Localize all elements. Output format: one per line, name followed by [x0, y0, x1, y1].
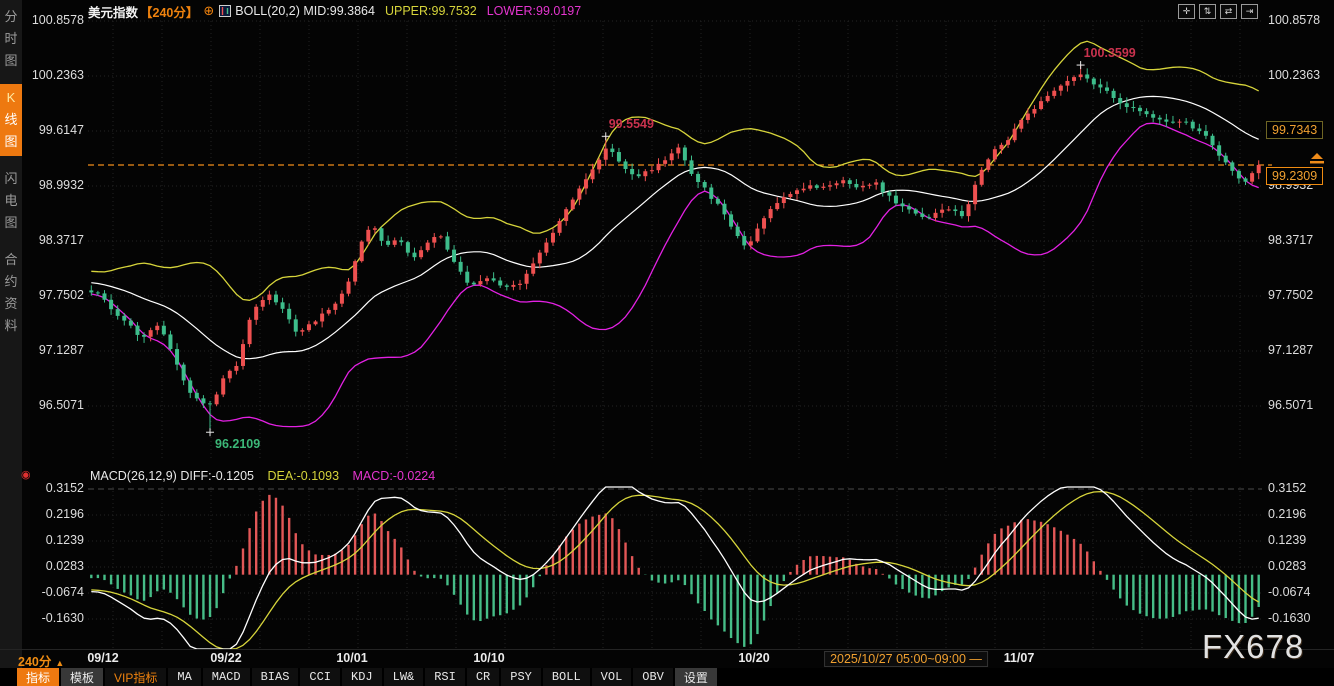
main-ytick: 100.2363: [1268, 68, 1320, 82]
macd-dea-value: DEA:-0.1093: [267, 469, 339, 483]
main-ytick: 98.3717: [1268, 233, 1313, 247]
sidebar-tab-合约资料[interactable]: 合约资料: [0, 246, 22, 340]
candles: [89, 65, 1260, 432]
x-axis-label: 09/22: [210, 651, 241, 665]
price-chart-canvas[interactable]: [0, 0, 1334, 686]
macd-header: MACD(26,12,9) DIFF:-0.1205 DEA:-0.1093 M…: [90, 469, 435, 483]
main-ytick: 96.5071: [1268, 398, 1313, 412]
period-label: 【240分】: [140, 2, 198, 21]
toolbar-item-RSI[interactable]: RSI: [425, 668, 465, 686]
toolbar-item-BIAS[interactable]: BIAS: [252, 668, 299, 686]
macd-ytick: 0.2196: [26, 507, 84, 521]
indicator-toolbar: 指标模板VIP指标MAMACDBIASCCIKDJLW&RSICRPSYBOLL…: [0, 668, 1334, 686]
macd-diff-value: DIFF:-0.1205: [180, 469, 254, 483]
sidebar: 分时图 K线图闪电图合约资料: [0, 0, 22, 686]
price-annotation: 96.2109: [215, 437, 260, 451]
x-axis: 240分▲ 09/1209/2210/0110/1010/202025/10/2…: [0, 649, 1334, 668]
macd-ytick: 0.0283: [1268, 559, 1306, 573]
macd-macd-value: MACD:-0.0224: [353, 469, 436, 483]
toolbar-item-VOL[interactable]: VOL: [592, 668, 632, 686]
toolbar-item-VIP指标[interactable]: VIP指标: [105, 668, 166, 686]
bollinger-bands: [91, 41, 1258, 426]
macd-ytick: 0.0283: [26, 559, 84, 573]
grid: [88, 21, 1262, 648]
x-axis-label: 10/10: [473, 651, 504, 665]
sidebar-tab-K线图[interactable]: K线图: [0, 84, 22, 156]
pan-icon[interactable]: ✛: [1178, 4, 1195, 19]
band-price-tag: 99.7343: [1266, 121, 1323, 139]
price-annotation: 99.5549: [609, 117, 654, 131]
main-ytick: 97.1287: [1268, 343, 1313, 357]
x-axis-label: 10/01: [336, 651, 367, 665]
toolbar-item-模板[interactable]: 模板: [61, 668, 103, 686]
x-axis-label: 11/07: [1004, 651, 1035, 665]
main-ytick: 100.2363: [26, 68, 84, 82]
boll-lower-value: LOWER:99.0197: [487, 4, 582, 18]
macd-ytick: -0.0674: [26, 585, 84, 599]
x-axis-current-label: 2025/10/27 05:00~09:00 —: [824, 651, 988, 667]
toolbar-item-MACD[interactable]: MACD: [203, 668, 250, 686]
main-ytick: 98.3717: [26, 233, 84, 247]
kline-mini-icon: [219, 5, 231, 17]
last-price-marker: [1310, 153, 1324, 164]
main-ytick: 97.7502: [26, 288, 84, 302]
macd-pane-icon[interactable]: ◉: [21, 468, 31, 481]
toolbar-item-指标[interactable]: 指标: [17, 668, 59, 686]
last-price-tag: 99.2309: [1266, 167, 1323, 185]
toolbar-item-OBV[interactable]: OBV: [633, 668, 673, 686]
x-axis-label: 10/20: [738, 651, 769, 665]
app-window: 分时图 K线图闪电图合约资料 美元指数 【240分】 ⊕ BOLL(20,2) M…: [0, 0, 1334, 686]
chart-header: 美元指数 【240分】 ⊕ BOLL(20,2) MID:99.3864 UPP…: [88, 3, 581, 19]
exit-view-icon[interactable]: ⇥: [1241, 4, 1258, 19]
macd-ytick: 0.3152: [26, 481, 84, 495]
toolbar-item-BOLL[interactable]: BOLL: [543, 668, 590, 686]
toolbar-item-设置[interactable]: 设置: [675, 668, 717, 686]
circle-plus-icon[interactable]: ⊕: [203, 3, 214, 19]
zoom-x-axis-icon[interactable]: ⇄: [1220, 4, 1237, 19]
boll-upper-value: UPPER:99.7532: [385, 4, 477, 18]
main-ytick: 100.8578: [26, 13, 84, 27]
toolbar-item-PSY[interactable]: PSY: [501, 668, 541, 686]
boll-mid-value: BOLL(20,2) MID:99.3864: [235, 4, 375, 18]
macd-title: MACD(26,12,9): [90, 469, 177, 483]
main-ytick: 96.5071: [26, 398, 84, 412]
watermark-logo: FX678: [1202, 628, 1304, 666]
macd-pane: [91, 487, 1258, 649]
price-annotation: 100.3599: [1084, 46, 1136, 60]
window-controls: ✛ ⇅ ⇄ ⇥: [1178, 4, 1258, 19]
macd-ytick: 0.3152: [1268, 481, 1306, 495]
toolbar-item-LW&[interactable]: LW&: [384, 668, 424, 686]
toolbar-item-CR[interactable]: CR: [467, 668, 499, 686]
macd-ytick: 0.1239: [26, 533, 84, 547]
main-ytick: 97.1287: [26, 343, 84, 357]
main-ytick: 97.7502: [1268, 288, 1313, 302]
toolbar-item-KDJ[interactable]: KDJ: [342, 668, 382, 686]
macd-ytick: 0.2196: [1268, 507, 1306, 521]
triangle-up-icon: ▲: [55, 658, 64, 668]
main-ytick: 100.8578: [1268, 13, 1320, 27]
x-axis-label: 09/12: [87, 651, 118, 665]
macd-ytick: -0.0674: [1268, 585, 1310, 599]
macd-ytick: 0.1239: [1268, 533, 1306, 547]
toolbar-item-CCI[interactable]: CCI: [300, 668, 340, 686]
main-ytick: 99.6147: [26, 123, 84, 137]
main-ytick: 98.9932: [26, 178, 84, 192]
sidebar-tab-分时图[interactable]: 分时图: [0, 3, 22, 75]
macd-ytick: -0.1630: [1268, 611, 1310, 625]
sidebar-tab-闪电图[interactable]: 闪电图: [0, 165, 22, 237]
symbol-title: 美元指数: [88, 2, 138, 21]
macd-ytick: -0.1630: [26, 611, 84, 625]
zoom-y-axis-icon[interactable]: ⇅: [1199, 4, 1216, 19]
toolbar-item-MA[interactable]: MA: [168, 668, 200, 686]
